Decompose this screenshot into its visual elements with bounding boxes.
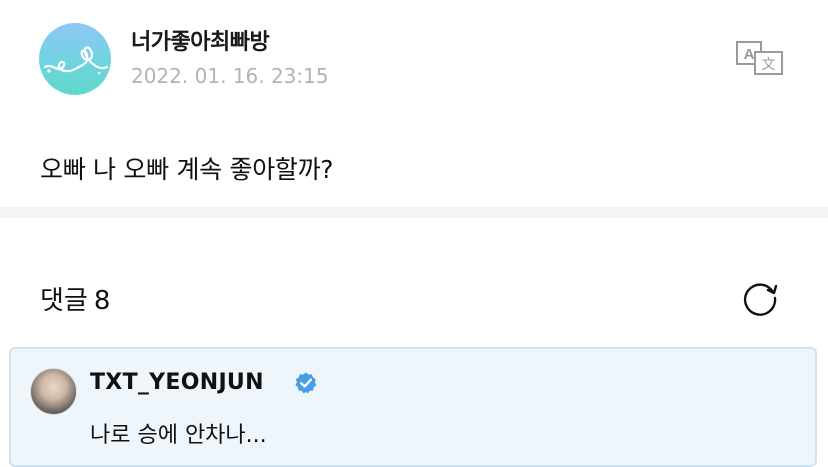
section-divider: [0, 207, 828, 218]
comments-header: 댓글 8: [40, 280, 110, 317]
verified-badge-icon: [294, 371, 318, 395]
comment-item[interactable]: TXT_YEONJUN 나로 승에 안차나...: [9, 347, 817, 467]
post-author-name[interactable]: 너가좋아최빠방: [131, 24, 270, 56]
post-timestamp: 2022. 01. 16. 23:15: [131, 64, 329, 88]
translate-button[interactable]: A 文: [735, 40, 785, 76]
post-header: 너가좋아최빠방 2022. 01. 16. 23:15 A 文: [0, 0, 828, 130]
svg-text:文: 文: [762, 57, 776, 73]
translate-icon: A 文: [736, 41, 783, 75]
comments-count: 8: [93, 286, 111, 316]
comments-label: 댓글: [40, 286, 88, 316]
heart-doodle-icon: [43, 46, 109, 75]
refresh-button[interactable]: [740, 276, 780, 316]
refresh-icon: [743, 283, 778, 316]
commenter-avatar[interactable]: [30, 368, 77, 415]
comment-text: 나로 승에 안차나...: [90, 423, 267, 448]
svg-text:A: A: [744, 46, 755, 63]
post-body-text: 오빠 나 오빠 계속 좋아할까?: [40, 155, 334, 184]
commenter-name[interactable]: TXT_YEONJUN: [90, 370, 264, 395]
author-avatar[interactable]: [39, 23, 111, 95]
